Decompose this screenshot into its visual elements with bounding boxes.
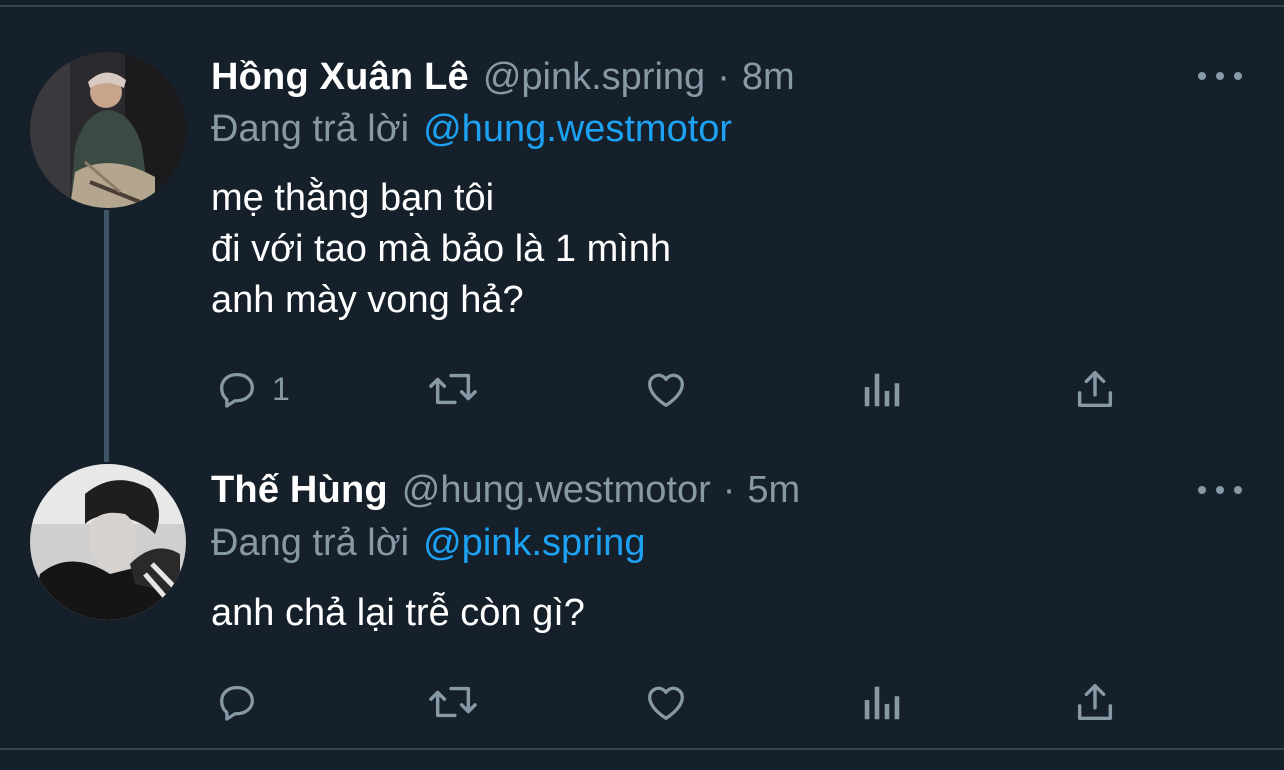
separator-dot: · bbox=[717, 56, 730, 98]
retweet-icon bbox=[429, 373, 477, 405]
share-icon bbox=[1077, 683, 1113, 721]
analytics-icon bbox=[864, 373, 900, 407]
replying-to-mention[interactable]: @pink.spring bbox=[423, 522, 645, 564]
timestamp[interactable]: 8m bbox=[742, 52, 795, 102]
tweet-header: Thế Hùng @hung.westmotor · 5m bbox=[211, 465, 800, 515]
replying-to-label: Đang trả lời bbox=[211, 108, 410, 150]
tweet-text-line: đi với tao mà bảo là 1 mình bbox=[211, 228, 672, 270]
user-handle[interactable]: @hung.westmotor bbox=[402, 465, 711, 515]
retweet-button[interactable] bbox=[425, 366, 481, 412]
retweet-icon bbox=[429, 686, 477, 718]
tweet-text: anh chả lại trễ còn gì? bbox=[211, 588, 585, 639]
reply-count: 1 bbox=[272, 370, 290, 407]
avatar[interactable] bbox=[30, 52, 186, 208]
analytics-button[interactable] bbox=[860, 679, 904, 725]
replying-to: Đang trả lời @hung.westmotor bbox=[211, 104, 732, 154]
replying-to-mention[interactable]: @hung.westmotor bbox=[423, 108, 732, 150]
tweet-text-line: anh chả lại trễ còn gì? bbox=[211, 592, 585, 634]
share-button[interactable] bbox=[1072, 366, 1118, 412]
tweet-text: mẹ thằng bạn tôi đi với tao mà bảo là 1 … bbox=[211, 173, 671, 326]
avatar[interactable] bbox=[30, 464, 186, 620]
reply-icon bbox=[220, 685, 254, 721]
display-name[interactable]: Thế Hùng bbox=[211, 465, 388, 515]
separator-dot: · bbox=[722, 469, 736, 511]
more-icon[interactable] bbox=[1198, 480, 1242, 500]
share-icon bbox=[1077, 370, 1113, 408]
timestamp[interactable]: 5m bbox=[747, 465, 800, 515]
tweet-text-line: anh mày vong hả? bbox=[211, 279, 524, 321]
top-divider bbox=[0, 5, 1284, 7]
like-button[interactable] bbox=[642, 366, 690, 412]
like-icon bbox=[648, 686, 684, 720]
reply-button[interactable]: 1 bbox=[214, 366, 290, 412]
more-icon[interactable] bbox=[1198, 66, 1242, 86]
tweet-thread: Hồng Xuân Lê @pink.spring · 8m Đang trả … bbox=[0, 0, 1284, 770]
bottom-divider bbox=[0, 748, 1284, 750]
user-handle[interactable]: @pink.spring bbox=[483, 52, 705, 102]
like-button[interactable] bbox=[642, 679, 690, 725]
like-icon bbox=[648, 373, 684, 407]
display-name[interactable]: Hồng Xuân Lê bbox=[211, 52, 469, 102]
retweet-button[interactable] bbox=[425, 679, 481, 725]
thread-connector-line bbox=[104, 210, 109, 462]
replying-to: Đang trả lời @pink.spring bbox=[211, 518, 645, 568]
tweet-header: Hồng Xuân Lê @pink.spring · 8m bbox=[211, 52, 795, 102]
reply-button[interactable] bbox=[214, 679, 272, 725]
reply-icon bbox=[220, 372, 254, 408]
replying-to-label: Đang trả lời bbox=[211, 522, 410, 564]
analytics-button[interactable] bbox=[860, 366, 904, 412]
tweet-text-line: mẹ thằng bạn tôi bbox=[211, 177, 495, 219]
share-button[interactable] bbox=[1072, 679, 1118, 725]
analytics-icon bbox=[864, 686, 900, 720]
